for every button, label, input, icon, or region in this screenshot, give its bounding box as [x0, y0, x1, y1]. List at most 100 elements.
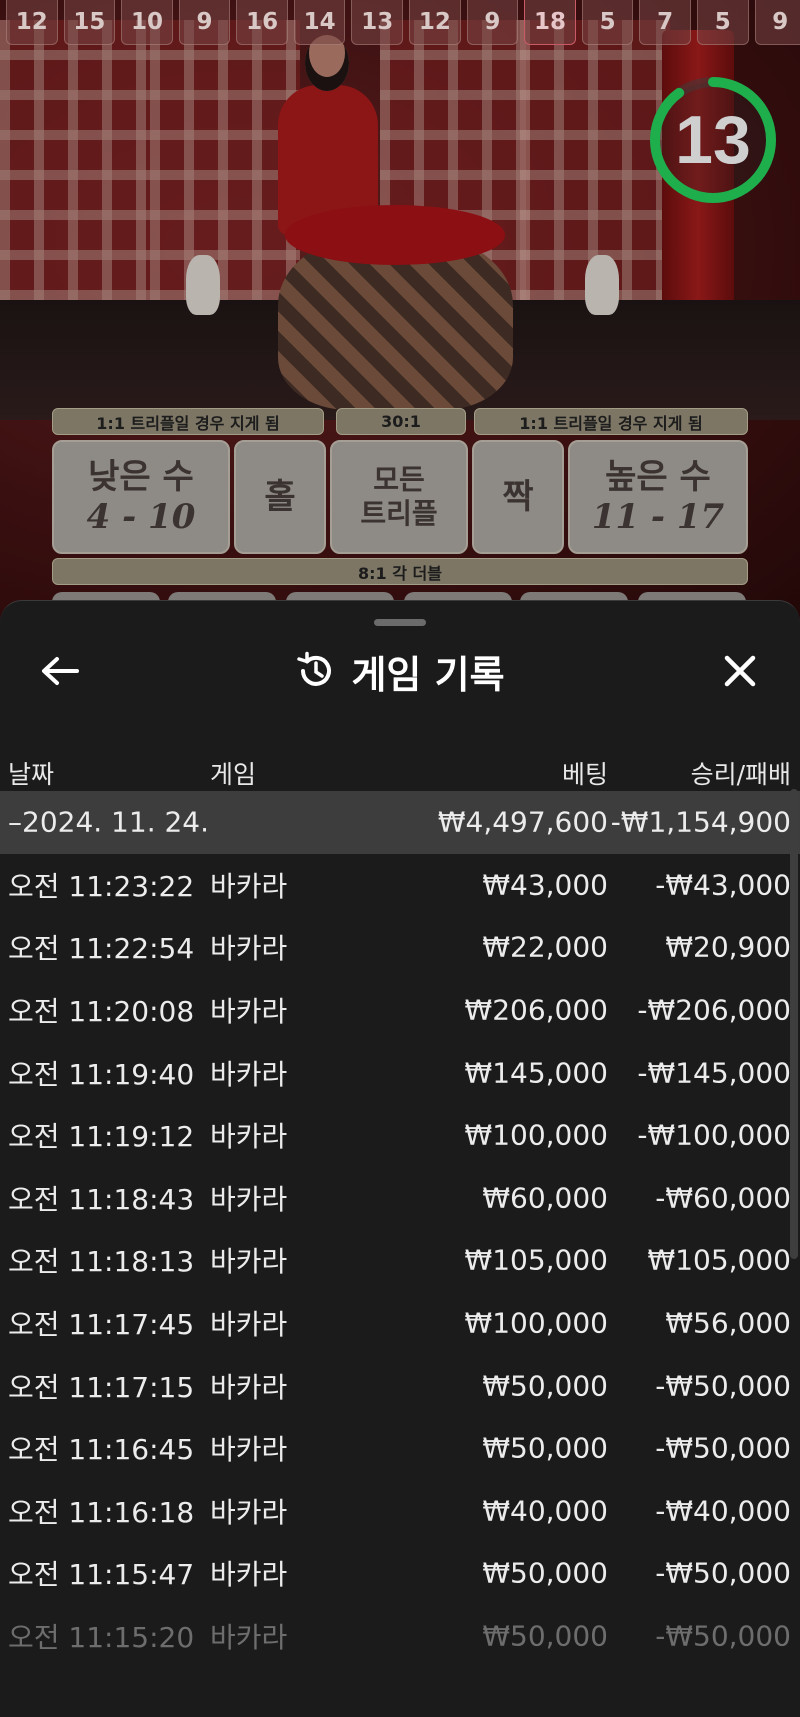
row-win-loss: -₩50,000 — [655, 1619, 791, 1653]
row-win-loss: ₩20,900 — [665, 930, 791, 964]
row-win-loss: -₩43,000 — [655, 868, 791, 902]
column-header-win-loss: 승리/패배 — [690, 760, 791, 789]
scrollbar[interactable] — [790, 789, 798, 1259]
row-time: 오전 11:19:40 — [8, 1057, 195, 1091]
row-bet: ₩206,000 — [464, 993, 608, 1027]
table-row[interactable]: 오전 11:18:13 바카라 ₩105,000 ₩105,000 — [0, 1229, 800, 1292]
bet-spot-odd-label: 홀 — [264, 477, 296, 517]
row-bet: ₩40,000 — [482, 1494, 608, 1528]
column-header-date: 날짜 — [8, 760, 55, 789]
row-win-loss: -₩145,000 — [637, 1056, 791, 1090]
page-title: 게임 기록 — [351, 652, 505, 697]
table-row[interactable]: 오전 11:17:45 바카라 ₩100,000 ₩56,000 — [0, 1292, 800, 1355]
bet-spot-any-triple-line2: 트리플 — [360, 497, 438, 530]
history-number: 16 — [236, 0, 288, 45]
row-time: 오전 11:17:45 — [8, 1308, 195, 1342]
table-row[interactable]: 오전 11:20:08 바카라 ₩206,000 -₩206,000 — [0, 979, 800, 1042]
countdown-timer-value: 13 — [675, 102, 751, 178]
row-win-loss: -₩60,000 — [655, 1181, 791, 1215]
bet-spot-low-range: 4 - 10 — [86, 497, 196, 537]
history-number: 9 — [754, 0, 800, 45]
row-time: 오전 11:23:22 — [8, 869, 195, 903]
vase — [186, 255, 220, 315]
row-game: 바카라 — [210, 1308, 288, 1342]
row-bet: ₩100,000 — [464, 1306, 608, 1340]
row-bet: ₩50,000 — [482, 1556, 608, 1590]
history-number: 12 — [6, 0, 58, 45]
table-row[interactable]: 오전 11:23:22 바카라 ₩43,000 -₩43,000 — [0, 854, 800, 917]
row-bet: ₩60,000 — [482, 1181, 608, 1215]
history-number: 9 — [466, 0, 519, 45]
row-bet: ₩43,000 — [482, 868, 608, 902]
row-win-loss: ₩56,000 — [665, 1306, 791, 1340]
history-icon — [297, 651, 332, 686]
bet-spot-any-triple-line1: 모든 — [373, 463, 425, 496]
table-row[interactable]: 오전 11:19:40 바카라 ₩145,000 -₩145,000 — [0, 1041, 800, 1104]
group-bet-total: ₩4,497,600 — [437, 805, 608, 839]
sheet-drag-handle[interactable] — [374, 619, 426, 626]
row-bet: ₩22,000 — [482, 930, 608, 964]
row-bet: ₩50,000 — [482, 1431, 608, 1465]
history-number: 7 — [639, 0, 691, 45]
group-date: –2024. 11. 24. — [8, 805, 210, 839]
row-game: 바카라 — [210, 1182, 288, 1216]
column-header-bet: 베팅 — [561, 760, 608, 789]
bet-spot-low[interactable]: 낮은 수 4 - 10 — [52, 440, 230, 554]
row-win-loss: -₩50,000 — [655, 1556, 791, 1590]
row-time: 오전 11:18:43 — [8, 1182, 195, 1216]
row-time: 오전 11:22:54 — [8, 932, 195, 966]
dice-table-top — [285, 205, 505, 265]
history-number: 18 — [524, 0, 576, 45]
row-bet: ₩105,000 — [464, 1243, 608, 1277]
live-video-feed: 12 15 10 9 16 14 13 12 9 18 5 7 5 9 13 1:1 트리플일 경우 지게… — [0, 0, 800, 620]
bet-spot-odd[interactable]: 홀 — [234, 440, 326, 554]
bet-spot-high-label: 높은 수 — [605, 457, 711, 497]
row-win-loss: -₩100,000 — [637, 1118, 791, 1152]
row-time: 오전 11:15:47 — [8, 1558, 195, 1592]
payout-strip-double: 8:1 각 더블 — [52, 558, 748, 585]
table-row[interactable]: 오전 11:15:47 바카라 ₩50,000 -₩50,000 — [0, 1542, 800, 1605]
row-time: 오전 11:17:15 — [8, 1370, 195, 1404]
row-game: 바카라 — [210, 1433, 288, 1467]
row-time: 오전 11:15:20 — [8, 1621, 195, 1655]
table-row[interactable]: 오전 11:18:43 바카라 ₩60,000 -₩60,000 — [0, 1167, 800, 1230]
row-time: 오전 11:16:45 — [8, 1433, 195, 1467]
arrow-left-icon — [42, 657, 79, 685]
bet-spot-high-range: 11 - 17 — [591, 497, 725, 537]
row-game: 바카라 — [210, 1245, 288, 1279]
row-game: 바카라 — [210, 1057, 288, 1091]
table-row[interactable]: 오전 11:19:12 바카라 ₩100,000 -₩100,000 — [0, 1104, 800, 1167]
column-header-game: 게임 — [210, 760, 257, 789]
bet-spot-any-triple[interactable]: 모든 트리플 — [330, 440, 468, 554]
table-row[interactable]: 오전 11:22:54 바카라 ₩22,000 ₩20,900 — [0, 916, 800, 979]
back-button[interactable] — [30, 641, 90, 701]
history-number: 10 — [121, 0, 173, 45]
payout-strip-triple: 30:1 — [336, 408, 466, 435]
date-group-row[interactable]: –2024. 11. 24. ₩4,497,600 -₩1,154,900 — [0, 791, 800, 854]
row-game: 바카라 — [210, 869, 288, 903]
row-time: 오전 11:19:12 — [8, 1120, 195, 1154]
game-history-sheet: 게임 기록 날짜 게임 베팅 승리/패배 –2024. 11. 24. ₩4,4… — [0, 600, 800, 1717]
bet-spot-even-label: 짝 — [502, 477, 534, 517]
bet-spot-even[interactable]: 짝 — [472, 440, 564, 554]
bet-spot-high[interactable]: 높은 수 11 - 17 — [568, 440, 748, 554]
row-time: 오전 11:20:08 — [8, 995, 195, 1029]
row-game: 바카라 — [210, 932, 288, 966]
vase — [585, 255, 619, 315]
table-row[interactable]: 오전 11:17:15 바카라 ₩50,000 -₩50,000 — [0, 1354, 800, 1417]
history-number: 9 — [178, 0, 231, 45]
close-icon — [724, 655, 756, 687]
row-time: 오전 11:18:13 — [8, 1245, 195, 1279]
row-win-loss: -₩50,000 — [655, 1431, 791, 1465]
row-win-loss: -₩50,000 — [655, 1369, 791, 1403]
row-game: 바카라 — [210, 1621, 288, 1655]
close-button[interactable] — [710, 641, 770, 701]
table-row[interactable]: 오전 11:15:20 바카라 ₩50,000 -₩50,000 — [0, 1605, 800, 1668]
row-win-loss: -₩206,000 — [637, 993, 791, 1027]
row-game: 바카라 — [210, 1370, 288, 1404]
history-number: 5 — [581, 0, 634, 45]
table-row[interactable]: 오전 11:16:45 바카라 ₩50,000 -₩50,000 — [0, 1417, 800, 1480]
table-row[interactable]: 오전 11:16:18 바카라 ₩40,000 -₩40,000 — [0, 1480, 800, 1543]
row-game: 바카라 — [210, 995, 288, 1029]
row-bet: ₩50,000 — [482, 1369, 608, 1403]
